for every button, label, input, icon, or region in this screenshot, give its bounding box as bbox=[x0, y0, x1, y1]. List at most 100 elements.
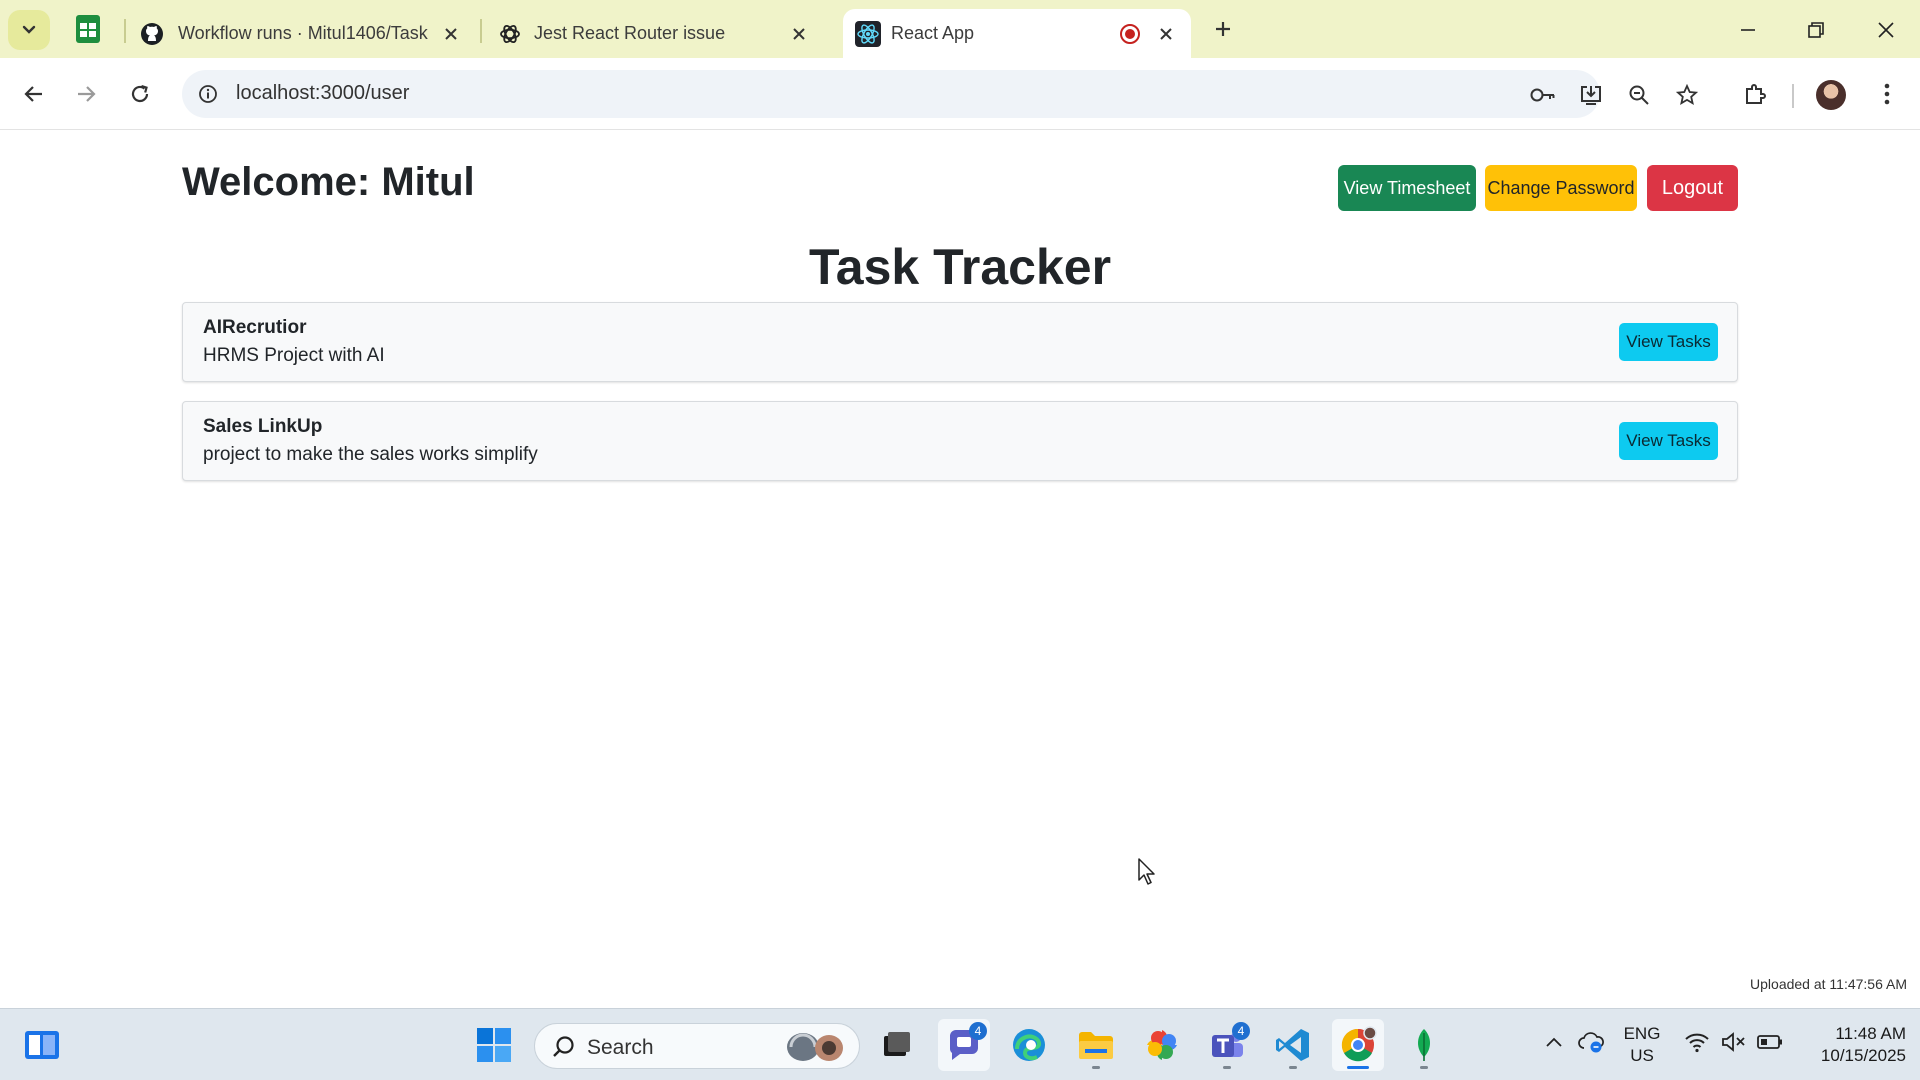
tab-title: React App bbox=[891, 23, 975, 43]
minimize-button[interactable] bbox=[1728, 12, 1768, 48]
taskbar-app-photos[interactable] bbox=[1136, 1019, 1188, 1071]
taskbar-app-chrome[interactable] bbox=[1332, 1019, 1384, 1071]
running-indicator bbox=[1347, 1066, 1369, 1069]
chrome-icon bbox=[1341, 1026, 1377, 1062]
close-icon bbox=[1878, 22, 1894, 38]
tab-jest-react-router[interactable]: Jest React Router issue bbox=[492, 9, 822, 58]
change-password-button[interactable]: Change Password bbox=[1485, 165, 1637, 211]
reload-icon bbox=[131, 84, 149, 103]
clock-time: 11:48 AM bbox=[1835, 1024, 1906, 1043]
address-bar[interactable]: localhost:3000/user bbox=[182, 70, 1698, 118]
widgets-icon bbox=[25, 1031, 59, 1059]
show-hidden-icons-button[interactable] bbox=[1540, 1027, 1568, 1057]
extensions-button[interactable] bbox=[1738, 77, 1772, 111]
tab-react-app[interactable]: React App bbox=[843, 9, 1191, 58]
reload-button[interactable] bbox=[120, 74, 160, 114]
back-button[interactable] bbox=[14, 74, 54, 114]
close-icon bbox=[445, 28, 457, 40]
region-code: US bbox=[1630, 1046, 1654, 1065]
close-window-button[interactable] bbox=[1866, 12, 1906, 48]
chevron-up-icon bbox=[1546, 1037, 1562, 1047]
clock[interactable]: 11:48 AM 10/15/2025 bbox=[1796, 1023, 1906, 1067]
restore-button[interactable] bbox=[1796, 12, 1836, 48]
running-indicator bbox=[1420, 1066, 1428, 1069]
install-app-button[interactable] bbox=[1576, 80, 1606, 110]
arrow-left-icon bbox=[24, 86, 42, 102]
project-description: HRMS Project with AI bbox=[203, 345, 385, 366]
widgets-button[interactable] bbox=[16, 1019, 68, 1071]
close-icon bbox=[793, 28, 805, 40]
view-tasks-button[interactable]: View Tasks bbox=[1619, 323, 1718, 361]
mongodb-leaf-icon bbox=[1418, 1029, 1430, 1061]
volume-muted-icon bbox=[1722, 1032, 1745, 1052]
welcome-heading: Welcome: Mitul bbox=[182, 160, 475, 204]
chevron-down-icon bbox=[22, 25, 36, 34]
key-icon bbox=[1530, 88, 1555, 102]
onedrive-button[interactable] bbox=[1576, 1027, 1606, 1057]
tab-workflow-runs[interactable]: Workflow runs · Mitul1406/Task bbox=[136, 9, 474, 58]
taskbar-app-vscode[interactable] bbox=[1267, 1019, 1319, 1071]
close-tab-button[interactable] bbox=[786, 21, 812, 47]
cloud-sync-icon bbox=[1578, 1032, 1604, 1053]
close-tab-button[interactable] bbox=[1153, 21, 1179, 47]
url-text: localhost:3000/user bbox=[236, 82, 410, 104]
more-vertical-icon bbox=[1884, 83, 1890, 105]
task-view-icon bbox=[884, 1032, 910, 1056]
windows-taskbar: Search 4 4 ENG US 11:48 AM 10/15/2025 bbox=[0, 1008, 1920, 1080]
volume-button[interactable] bbox=[1718, 1027, 1748, 1057]
network-button[interactable] bbox=[1682, 1027, 1712, 1057]
view-timesheet-button[interactable]: View Timesheet bbox=[1338, 165, 1476, 211]
taskbar-app-chat[interactable]: 4 bbox=[938, 1019, 990, 1071]
taskbar-app-mongodb[interactable] bbox=[1398, 1019, 1450, 1071]
search-label: Search bbox=[587, 1036, 654, 1059]
taskbar-search[interactable]: Search bbox=[534, 1023, 860, 1069]
view-tasks-button[interactable]: View Tasks bbox=[1619, 422, 1718, 460]
forward-button[interactable] bbox=[66, 74, 106, 114]
start-button[interactable] bbox=[468, 1019, 520, 1071]
wifi-icon bbox=[1685, 1033, 1709, 1053]
battery-button[interactable] bbox=[1754, 1027, 1786, 1057]
project-description: project to make the sales works simplify bbox=[203, 444, 538, 465]
language-code: ENG bbox=[1623, 1024, 1661, 1043]
profile-avatar[interactable] bbox=[1816, 80, 1846, 110]
close-icon bbox=[1160, 28, 1172, 40]
taskbar-app-teams[interactable]: 4 bbox=[1201, 1019, 1253, 1071]
search-icon bbox=[553, 1036, 574, 1057]
battery-icon bbox=[1757, 1035, 1782, 1049]
new-tab-button[interactable] bbox=[1208, 14, 1238, 44]
bookmark-button[interactable] bbox=[1672, 80, 1702, 110]
tab-separator bbox=[124, 19, 126, 43]
zoom-button[interactable] bbox=[1624, 80, 1654, 110]
tab-separator bbox=[480, 19, 482, 43]
browser-menu-button[interactable] bbox=[1870, 77, 1904, 111]
star-icon bbox=[1676, 84, 1698, 106]
info-icon bbox=[199, 85, 217, 103]
google-sheets-icon[interactable] bbox=[74, 14, 102, 44]
tab-search-button[interactable] bbox=[8, 10, 50, 50]
puzzle-icon bbox=[1746, 84, 1766, 104]
taskbar-app-task-view[interactable] bbox=[870, 1019, 922, 1071]
upload-timestamp: Uploaded at 11:47:56 AM bbox=[1750, 976, 1907, 992]
notification-badge: 4 bbox=[969, 1022, 987, 1040]
taskbar-app-file-explorer[interactable] bbox=[1070, 1019, 1122, 1071]
taskbar-app-edge[interactable] bbox=[1003, 1019, 1055, 1071]
running-indicator bbox=[1092, 1066, 1100, 1069]
password-key-button[interactable] bbox=[1528, 80, 1558, 110]
zoom-out-icon bbox=[1629, 85, 1649, 105]
page-content: Welcome: Mitul View Timesheet Change Pas… bbox=[0, 130, 1920, 1008]
running-indicator bbox=[1289, 1066, 1297, 1069]
vscode-icon bbox=[1276, 1029, 1309, 1061]
folder-icon bbox=[1079, 1032, 1113, 1059]
site-info-button[interactable] bbox=[194, 80, 222, 108]
language-indicator[interactable]: ENG US bbox=[1616, 1023, 1668, 1067]
close-tab-button[interactable] bbox=[438, 21, 464, 47]
install-icon bbox=[1581, 86, 1601, 105]
mouse-cursor-icon bbox=[1138, 858, 1155, 885]
chatgpt-icon bbox=[500, 25, 520, 43]
minimize-icon bbox=[1741, 29, 1755, 31]
logout-button[interactable]: Logout bbox=[1647, 165, 1738, 211]
plus-icon bbox=[1216, 22, 1230, 36]
project-card: AIRecrutior HRMS Project with AI View Ta… bbox=[182, 302, 1738, 382]
windows-logo-icon bbox=[477, 1028, 511, 1062]
browser-toolbar: localhost:3000/user bbox=[0, 58, 1920, 130]
